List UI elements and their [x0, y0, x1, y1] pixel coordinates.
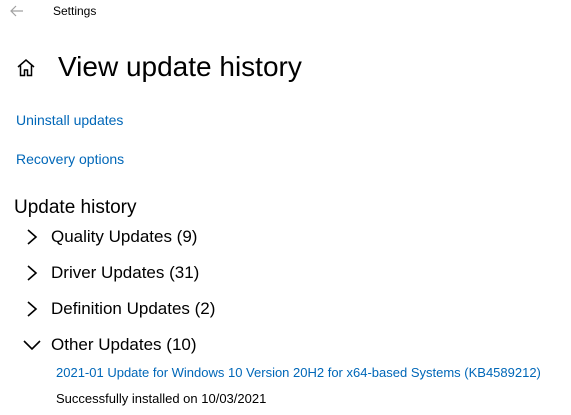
uninstall-updates-link[interactable]: Uninstall updates	[16, 111, 123, 129]
home-icon	[17, 59, 35, 77]
chevron-right-icon	[20, 225, 44, 249]
home-button[interactable]	[14, 56, 38, 80]
chevron-down-icon	[20, 333, 44, 357]
update-history-heading: Update history	[14, 197, 137, 218]
other-updates-group[interactable]: Other Updates (10)	[20, 331, 197, 359]
group-label: Quality Updates (9)	[51, 227, 198, 246]
chevron-right-icon	[20, 297, 44, 321]
back-arrow-icon	[10, 5, 23, 17]
window-title: Settings	[53, 4, 97, 18]
back-button[interactable]	[8, 2, 26, 20]
chevron-right-icon	[20, 261, 44, 285]
group-label: Definition Updates (2)	[51, 299, 216, 318]
quality-updates-group[interactable]: Quality Updates (9)	[20, 223, 197, 251]
update-entry-status: Successfully installed on 10/03/2021	[56, 391, 267, 406]
definition-updates-group[interactable]: Definition Updates (2)	[20, 295, 215, 323]
title-bar: Settings	[0, 0, 571, 24]
group-label: Driver Updates (31)	[51, 263, 200, 282]
page-title: View update history	[58, 51, 302, 82]
update-entry-link[interactable]: 2021-01 Update for Windows 10 Version 20…	[56, 365, 541, 381]
settings-window: Settings View update history Uninstall u…	[0, 0, 571, 415]
recovery-options-link[interactable]: Recovery options	[16, 150, 124, 168]
driver-updates-group[interactable]: Driver Updates (31)	[20, 259, 199, 287]
group-label: Other Updates (10)	[51, 335, 197, 354]
